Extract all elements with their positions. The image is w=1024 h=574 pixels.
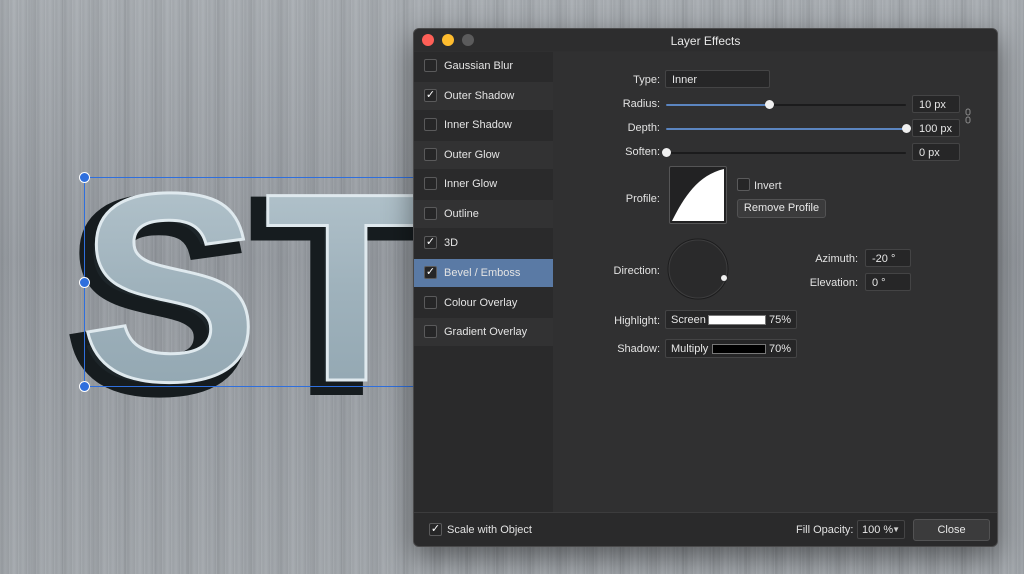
shadow-opacity: 70%	[768, 343, 791, 355]
effect-label: Gradient Overlay	[444, 326, 528, 338]
selection-handle-bottom-left[interactable]	[79, 381, 90, 392]
effect-checkbox-colour-overlay[interactable]	[424, 296, 437, 309]
scale-with-object-label: Scale with Object	[447, 524, 532, 536]
shadow-blend-mode: Multiply	[671, 343, 709, 355]
dialog-titlebar[interactable]: Layer Effects	[414, 29, 997, 51]
effect-label: Inner Shadow	[444, 119, 512, 131]
effect-item-gaussian-blur[interactable]: Gaussian Blur	[414, 52, 553, 80]
elevation-label: Elevation:	[809, 277, 858, 289]
effect-label: 3D	[444, 237, 459, 249]
effect-item-3d[interactable]: ✓ 3D	[414, 229, 553, 257]
effect-checkbox-3d[interactable]: ✓	[424, 236, 437, 249]
effect-label: Bevel / Emboss	[444, 267, 521, 279]
effect-item-inner-shadow[interactable]: Inner Shadow	[414, 111, 553, 139]
radius-label: Radius:	[622, 98, 660, 110]
effect-label: Outer Shadow	[444, 90, 515, 102]
selection-bottom-edge	[84, 386, 414, 387]
type-label: Type:	[633, 74, 660, 86]
highlight-blend-control[interactable]: Screen 75%	[665, 310, 797, 329]
highlight-label: Highlight:	[614, 315, 660, 327]
layer-effects-dialog: Layer Effects Gaussian Blur ✓ Outer Shad…	[413, 28, 998, 547]
depth-label: Depth:	[627, 122, 660, 134]
invert-label: Invert	[754, 180, 782, 192]
radius-slider-fill	[666, 104, 770, 106]
effect-checkbox-gradient-overlay[interactable]	[424, 325, 437, 338]
remove-profile-button[interactable]: Remove Profile	[737, 199, 826, 218]
selection-top-edge	[84, 177, 414, 178]
radius-slider[interactable]	[666, 100, 906, 109]
direction-label: Direction:	[613, 265, 660, 277]
effect-checkbox-inner-shadow[interactable]	[424, 118, 437, 131]
soften-input[interactable]: 0 px	[912, 143, 960, 161]
azimuth-label: Azimuth:	[815, 253, 858, 265]
elevation-input[interactable]: 0 °	[865, 273, 911, 291]
effect-item-outline[interactable]: Outline	[414, 200, 553, 228]
depth-slider[interactable]	[666, 124, 911, 133]
invert-checkbox[interactable]	[737, 178, 750, 191]
effect-item-colour-overlay[interactable]: Colour Overlay	[414, 289, 553, 317]
effect-item-bevel-emboss[interactable]: ✓ Bevel / Emboss	[414, 259, 553, 287]
soften-label: Soften:	[625, 146, 660, 158]
shadow-color-swatch[interactable]	[712, 344, 766, 354]
effect-checkbox-outer-shadow[interactable]: ✓	[424, 89, 437, 102]
effect-label: Gaussian Blur	[444, 60, 514, 72]
radius-slider-knob[interactable]	[765, 100, 775, 109]
effect-checkbox-inner-glow[interactable]	[424, 177, 437, 190]
close-button[interactable]: Close	[913, 519, 990, 541]
highlight-blend-mode: Screen	[671, 314, 706, 326]
depth-input[interactable]: 100 px	[912, 119, 960, 137]
effect-checkbox-outer-glow[interactable]	[424, 148, 437, 161]
depth-slider-knob[interactable]	[902, 124, 911, 133]
effect-label: Outer Glow	[444, 149, 500, 161]
radius-input[interactable]: 10 px	[912, 95, 960, 113]
fill-opacity-label: Fill Opacity:	[796, 524, 854, 536]
shadow-blend-control[interactable]: Multiply 70%	[665, 339, 797, 358]
direction-dial-handle[interactable]	[721, 275, 727, 281]
type-dropdown[interactable]: Inner	[665, 70, 770, 88]
artwork-text: ST	[80, 137, 434, 437]
effect-checkbox-bevel-emboss[interactable]: ✓	[424, 266, 437, 279]
soften-slider[interactable]	[662, 148, 906, 157]
fill-opacity-value: 100 %	[862, 524, 894, 536]
effect-label: Colour Overlay	[444, 297, 518, 309]
effect-label: Inner Glow	[444, 178, 498, 190]
effect-label: Outline	[444, 208, 479, 220]
effects-list: Gaussian Blur ✓ Outer Shadow Inner Shado…	[414, 52, 553, 512]
highlight-opacity: 75%	[768, 314, 791, 326]
effect-item-outer-glow[interactable]: Outer Glow	[414, 141, 553, 169]
selection-handle-middle-left[interactable]	[79, 277, 90, 288]
azimuth-input[interactable]: -20 °	[865, 249, 911, 267]
soften-slider-knob[interactable]	[662, 148, 671, 157]
scale-with-object-checkbox[interactable]: ✓	[429, 523, 442, 536]
profile-curve-preview[interactable]	[669, 166, 727, 224]
dialog-footer: ✓ Scale with Object Fill Opacity: 100 % …	[414, 512, 997, 546]
effect-item-inner-glow[interactable]: Inner Glow	[414, 170, 553, 198]
dialog-title: Layer Effects	[670, 34, 741, 48]
direction-dial[interactable]	[667, 238, 729, 300]
depth-slider-fill	[666, 128, 906, 130]
effect-item-outer-shadow[interactable]: ✓ Outer Shadow	[414, 82, 553, 110]
effect-checkbox-outline[interactable]	[424, 207, 437, 220]
effect-checkbox-gaussian-blur[interactable]	[424, 59, 437, 72]
profile-curve-icon	[672, 169, 724, 221]
link-radius-depth-icon[interactable]	[965, 108, 971, 124]
selection-handle-top-left[interactable]	[79, 172, 90, 183]
shadow-label: Shadow:	[617, 343, 660, 355]
effect-item-gradient-overlay[interactable]: Gradient Overlay	[414, 318, 553, 346]
highlight-color-swatch[interactable]	[708, 315, 766, 325]
chevron-down-icon: ▼	[892, 525, 900, 534]
bevel-emboss-settings: Type: Inner Radius: 10 px Depth: 100 px …	[553, 52, 997, 512]
fill-opacity-dropdown[interactable]: 100 % ▼	[857, 520, 905, 539]
profile-label: Profile:	[625, 193, 660, 205]
